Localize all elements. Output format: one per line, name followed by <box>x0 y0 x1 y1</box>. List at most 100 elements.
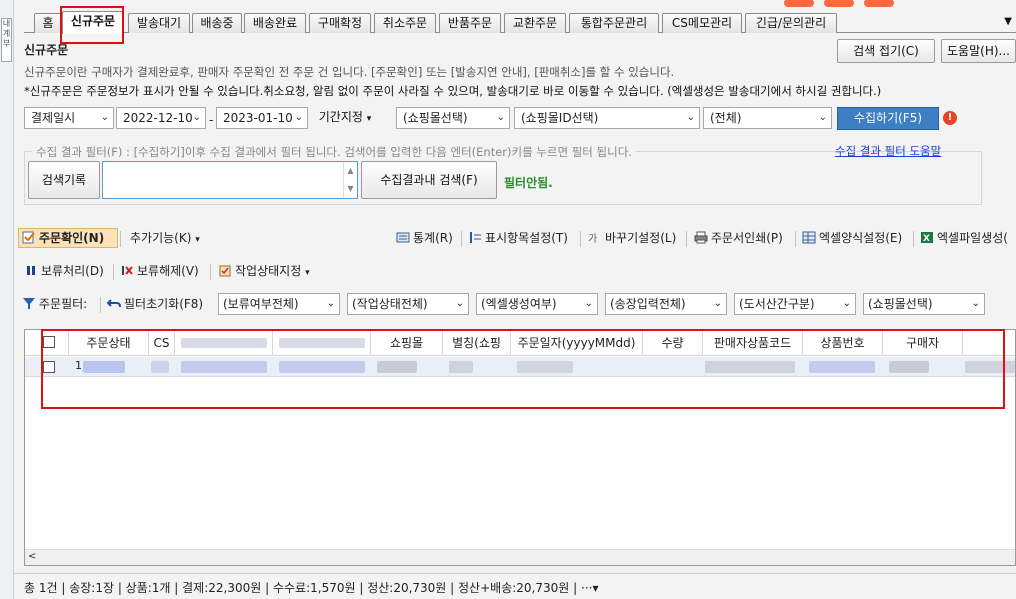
unhold-button[interactable]: 보류해제(V) <box>120 263 199 279</box>
tab-label: 취소주문 <box>382 16 428 30</box>
island-filter-select[interactable]: (도서산간구분) ⌄ <box>734 293 856 315</box>
hold-button[interactable]: 보류처리(D) <box>24 263 104 279</box>
search-spin-icon[interactable]: ▲ ▼ <box>343 162 357 198</box>
excel-create-button[interactable]: X 엑셀파일생성( <box>920 230 1008 246</box>
display-settings-button[interactable]: 표시항목설정(T) <box>468 230 568 246</box>
chevron-down-icon: ⌄ <box>713 298 722 309</box>
redacted-cell <box>889 361 929 373</box>
header-order-status[interactable]: 주문상태 <box>69 330 149 356</box>
row-checkbox[interactable] <box>43 361 55 373</box>
stats-label: 통계(R) <box>413 231 453 245</box>
grid-settings-icon <box>802 231 816 244</box>
mall-id-select[interactable]: (쇼핑몰ID선택) ⌄ <box>514 107 700 129</box>
stats-button[interactable]: 통계(R) <box>396 230 453 246</box>
all-select-value: (전체) <box>710 111 742 125</box>
result-search-input[interactable]: ▲ ▼ <box>102 161 358 199</box>
mall-select[interactable]: (쇼핑몰선택) ⌄ <box>396 107 510 129</box>
tab-urgent-inquiry[interactable]: 긴급/문의관리 <box>745 13 837 33</box>
swap-icon: 가 <box>588 233 597 244</box>
result-filter-help-link[interactable]: 수집 결과 필터 도움말 <box>835 143 941 159</box>
header-mall[interactable]: 쇼핑몰 <box>371 330 443 356</box>
tab-label: 긴급/문의관리 <box>755 16 827 30</box>
description-text: 신규주문이란 구매자가 결제완료후, 판매자 주문확인 전 주문 건 입니다. … <box>24 65 675 79</box>
header-check-cell <box>25 330 69 356</box>
tab-exchanges[interactable]: 교환주문 <box>504 13 566 33</box>
confirm-order-button[interactable]: 주문확인(N) <box>22 230 104 246</box>
work-status-label: 작업상태지정 <box>235 264 302 278</box>
tab-label: 배송중 <box>200 16 234 30</box>
tab-delivered[interactable]: 배송완료 <box>244 13 306 33</box>
island-filter-value: (도서산간구분) <box>739 297 815 311</box>
invoice-filter-select[interactable]: (송장입력전체) ⌄ <box>605 293 727 315</box>
search-in-results-button[interactable]: 수집결과내 검색(F) <box>361 161 497 199</box>
grid-header: 주문상태 CS 쇼핑몰 별칭(쇼핑 주문일자(yyyyMMdd) 수량 판매자상… <box>25 330 1015 356</box>
account-side-tab[interactable]: 내 계 부 <box>1 18 12 62</box>
redacted-cell <box>705 361 795 373</box>
excel-format-button[interactable]: 엑셀양식설정(E) <box>802 230 902 246</box>
redacted-cell <box>449 361 473 373</box>
tab-integrated-orders[interactable]: 통합주문관리 <box>569 13 659 33</box>
tab-returns[interactable]: 반품주문 <box>439 13 501 33</box>
header-cs[interactable]: CS <box>149 330 175 356</box>
mall-filter-select[interactable]: (쇼핑몰선택) ⌄ <box>863 293 985 315</box>
basket-settings-button[interactable]: 가 바꾸기설정(L) <box>588 230 676 246</box>
period-select-button[interactable]: 기간지정 ▾ <box>310 106 380 130</box>
toolbar-separator <box>100 297 101 313</box>
order-filter-label: 주문필터: <box>22 296 87 312</box>
tab-home[interactable]: 홈 <box>34 13 62 33</box>
tab-purchase-confirmed[interactable]: 구매확정 <box>309 13 371 33</box>
all-select[interactable]: (전체) ⌄ <box>703 107 832 129</box>
left-side-panel: 내 계 부 <box>0 0 14 599</box>
funnel-icon <box>23 298 35 309</box>
tab-ready-to-ship[interactable]: 발송대기 <box>128 13 190 33</box>
table-row[interactable]: 1 <box>25 357 1015 377</box>
alert-icon[interactable]: ! <box>943 111 957 125</box>
search-history-button[interactable]: 검색기록 <box>28 161 100 199</box>
filter-reset-button[interactable]: 필터초기화(F8) <box>107 296 203 312</box>
header-buyer[interactable]: 구매자 <box>883 330 963 356</box>
header-alias[interactable]: 별칭(쇼핑 <box>443 330 511 356</box>
date-type-select[interactable]: 결제일시 ⌄ <box>24 107 114 129</box>
work-status-button[interactable]: 작업상태지정 ▾ <box>218 263 310 281</box>
work-filter-select[interactable]: (작업상태전체) ⌄ <box>347 293 469 315</box>
header-quantity[interactable]: 수량 <box>643 330 703 356</box>
tab-cs-memo[interactable]: CS메모관리 <box>662 13 742 33</box>
collapse-search-button[interactable]: 검색 접기(C) <box>837 39 935 63</box>
scroll-left-icon[interactable]: < <box>28 551 36 562</box>
redacted-cell <box>377 361 417 373</box>
header-seller-product-code[interactable]: 판매자상품코드 <box>703 330 803 356</box>
tab-cancelled[interactable]: 취소주문 <box>374 13 436 33</box>
tab-list-dropdown-icon[interactable]: ▼ <box>1004 16 1012 27</box>
excel-created-value: (엑셀생성여부) <box>481 297 557 311</box>
chevron-down-icon: ⌄ <box>971 298 980 309</box>
excel-format-label: 엑셀양식설정(E) <box>819 231 903 245</box>
collect-button[interactable]: 수집하기(F5) <box>837 107 939 130</box>
date-to-value: 2023-01-10 <box>223 111 293 125</box>
chevron-down-icon: ⌄ <box>818 112 827 123</box>
tab-bar: 홈 신규주문 발송대기 배송중 배송완료 구매확정 취소주문 반품주문 교환주문… <box>24 11 1016 34</box>
date-from-picker[interactable]: 2022-12-10 ⌄ <box>116 107 206 129</box>
status-more-icon[interactable]: ···▾ <box>581 581 598 595</box>
excel-created-select[interactable]: (엑셀생성여부) ⌄ <box>476 293 598 315</box>
hold-filter-select[interactable]: (보류여부전체) ⌄ <box>218 293 340 315</box>
header-order-date[interactable]: 주문일자(yyyyMMdd) <box>511 330 643 356</box>
date-to-picker[interactable]: 2023-01-10 ⌄ <box>216 107 308 129</box>
filter-status-text: 필터안됨. <box>504 176 553 190</box>
unhold-icon <box>122 266 133 275</box>
redacted-cell <box>279 361 365 373</box>
header-product-number[interactable]: 상품번호 <box>803 330 883 356</box>
chevron-down-icon: ⌄ <box>192 112 201 123</box>
print-order-button[interactable]: 주문서인쇄(P) <box>694 230 783 246</box>
page-title: 신규주문 <box>24 43 69 57</box>
horizontal-scrollbar[interactable]: < <box>25 549 1015 565</box>
header-blurred-3[interactable] <box>963 330 1015 356</box>
svg-text:X: X <box>923 234 930 244</box>
redacted-cell <box>181 361 267 373</box>
help-button[interactable]: 도움말(H)... <box>941 39 1016 63</box>
printer-icon <box>694 231 708 244</box>
undo-icon <box>107 299 121 308</box>
more-features-button[interactable]: 추가기능(K) ▾ <box>130 230 200 248</box>
row-first-char: 1 <box>75 359 82 372</box>
tab-new-orders[interactable]: 신규주문 <box>62 11 124 34</box>
tab-in-transit[interactable]: 배송중 <box>192 13 242 33</box>
